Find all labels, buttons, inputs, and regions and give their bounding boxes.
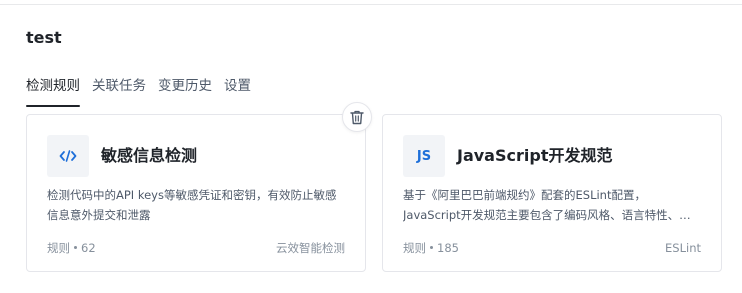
tab-rules[interactable]: 检测规则 <box>26 76 80 107</box>
page-title: test <box>26 28 62 47</box>
tab-bar: 检测规则 关联任务 变更历史 设置 <box>26 76 263 107</box>
rule-count-label: 规则 <box>403 241 426 255</box>
card-footer: 规则 62 云效智能检测 <box>47 239 345 257</box>
tab-linked-tasks[interactable]: 关联任务 <box>92 76 146 102</box>
card-footer: 规则 185 ESLint <box>403 239 701 257</box>
rule-source: 云效智能检测 <box>276 241 345 255</box>
tab-settings[interactable]: 设置 <box>224 76 251 102</box>
card-title: 敏感信息检测 <box>101 146 198 165</box>
code-icon <box>47 135 89 177</box>
tab-change-history[interactable]: 变更历史 <box>158 76 212 102</box>
top-divider <box>0 4 742 5</box>
delete-button[interactable] <box>342 102 372 132</box>
rule-count: 规则 185 <box>403 239 459 257</box>
rule-count-label: 规则 <box>47 241 70 255</box>
rule-count-value: 185 <box>437 241 459 255</box>
card-description: 检测代码中的API keys等敏感凭证和密钥，有效防止敏感信息意外提交和泄露 <box>47 188 337 222</box>
rule-source: ESLint <box>665 241 701 255</box>
separator-dot <box>74 246 77 249</box>
trash-icon <box>350 110 364 124</box>
rule-count: 规则 62 <box>47 239 96 257</box>
separator-dot <box>430 246 433 249</box>
card-description: 基于《阿里巴巴前端规约》配套的ESLint配置，JavaScript开发规范主要… <box>403 188 691 222</box>
rule-count-value: 62 <box>81 241 96 255</box>
rule-card-sensitive-info[interactable]: 敏感信息检测 检测代码中的API keys等敏感凭证和密钥，有效防止敏感信息意外… <box>26 114 366 272</box>
card-title: JavaScript开发规范 <box>457 146 613 165</box>
page: test 检测规则 关联任务 变更历史 设置 敏感信息检测 检测代码中的API … <box>0 0 742 293</box>
javascript-icon: JS <box>403 135 445 177</box>
rule-card-javascript[interactable]: JS JavaScript开发规范 基于《阿里巴巴前端规约》配套的ESLint配… <box>382 114 722 272</box>
